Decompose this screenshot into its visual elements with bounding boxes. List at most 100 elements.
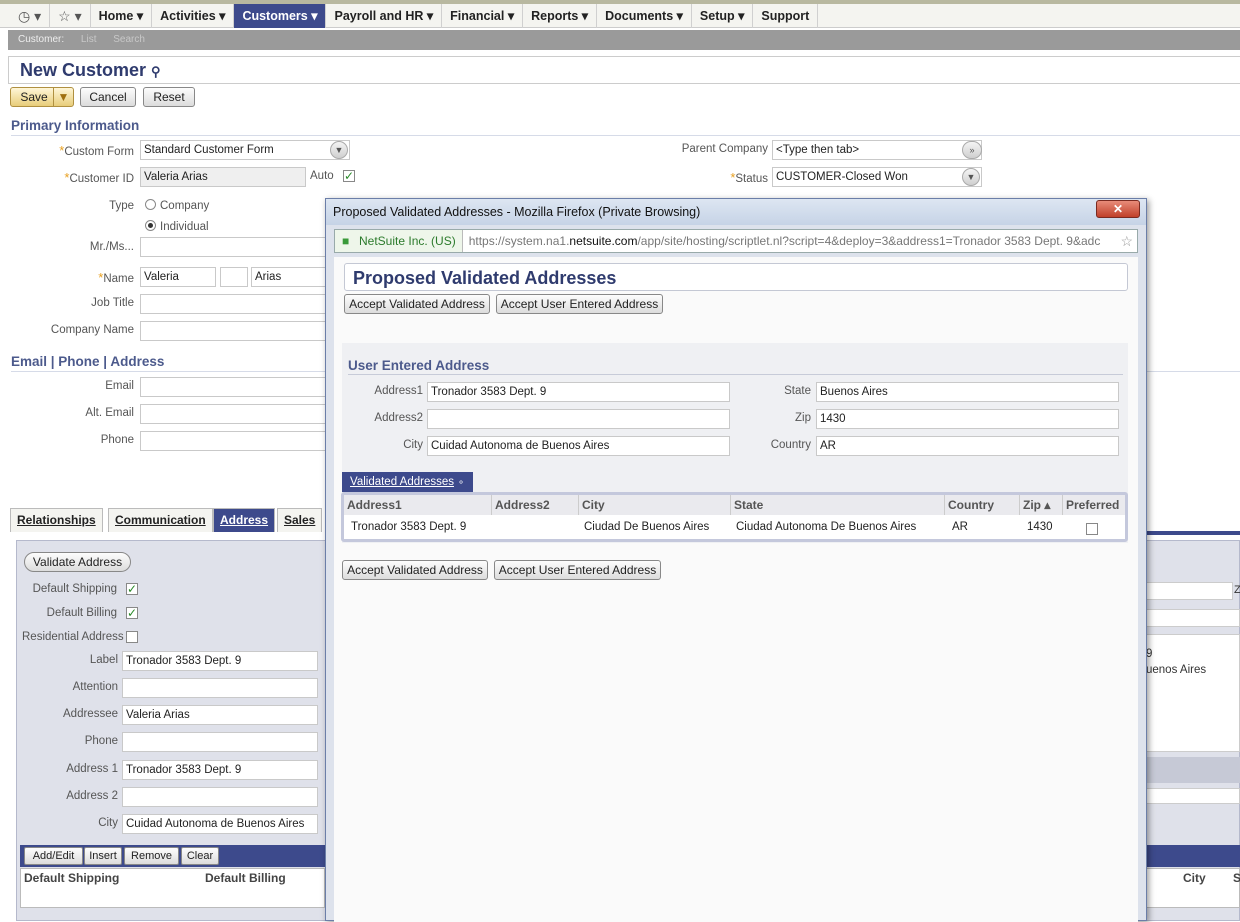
grid-header-preferred[interactable]: Preferred	[1063, 495, 1125, 515]
url-text[interactable]: https://system.na1.netsuite.com/app/site…	[463, 234, 1101, 248]
close-icon[interactable]: ✕	[1096, 200, 1140, 218]
chevron-down-icon[interactable]: ▼	[962, 168, 980, 186]
validate-address-button[interactable]: Validate Address	[24, 552, 131, 572]
middle-name-field[interactable]	[220, 267, 248, 287]
accept-validated-bottom-button[interactable]: Accept Validated Address	[342, 560, 488, 580]
nav-customers[interactable]: Customers ▾	[234, 3, 327, 28]
nav-reports[interactable]: Reports ▾	[523, 3, 598, 28]
save-menu-arrow-icon[interactable]: ▼	[53, 88, 73, 106]
subnav-search-link[interactable]: Search	[113, 34, 145, 45]
popup-city-field[interactable]: Cuidad Autonoma de Buenos Aires	[427, 436, 730, 456]
attention-label: Attention	[72, 681, 118, 693]
status-label: *Status	[730, 170, 768, 185]
nav-activities[interactable]: Activities ▾	[152, 3, 235, 28]
status-select[interactable]: CUSTOMER-Closed Won	[772, 167, 982, 187]
tab-relationships[interactable]: Relationships	[10, 508, 103, 532]
parent-company-field[interactable]: <Type then tab>	[772, 140, 982, 160]
first-name-field[interactable]: Valeria	[140, 267, 216, 287]
customer-id-field[interactable]: Valeria Arias	[140, 167, 306, 187]
validated-addresses-tab[interactable]: Validated Addresses ⚬	[342, 472, 473, 492]
grid-header-address2[interactable]: Address2	[492, 495, 579, 515]
accept-user-top-button[interactable]: Accept User Entered Address	[496, 294, 663, 314]
individual-radio[interactable]	[145, 220, 156, 231]
address-phone-field[interactable]	[122, 732, 318, 752]
residential-label: Residential Address	[22, 631, 124, 643]
phone-label: Phone	[100, 434, 134, 446]
tab-sales[interactable]: Sales	[277, 508, 323, 532]
site-identity[interactable]: ■ NetSuite Inc. (US)	[335, 230, 463, 252]
nav-home[interactable]: Home ▾	[91, 3, 153, 28]
label-field[interactable]: Tronador 3583 Dept. 9	[122, 651, 318, 671]
alt-email-field[interactable]	[140, 404, 330, 424]
popup-address1-field[interactable]: Tronador 3583 Dept. 9	[427, 382, 730, 402]
attention-field[interactable]	[122, 678, 318, 698]
right-field-1[interactable]	[1146, 582, 1233, 600]
favorites-star-icon[interactable]: ☆ ▾	[50, 3, 91, 28]
right-suffix-text: Z	[1234, 584, 1240, 596]
tab-communication[interactable]: Communication	[108, 508, 213, 532]
default-billing-checkbox[interactable]: ✓	[126, 607, 138, 619]
address1-field[interactable]: Tronador 3583 Dept. 9	[122, 760, 318, 780]
popup-city-label: City	[403, 439, 423, 451]
save-button[interactable]: Save ▼	[10, 87, 74, 107]
default-shipping-checkbox[interactable]: ✓	[126, 583, 138, 595]
grid-header-zip[interactable]: Zip ▴	[1020, 495, 1063, 515]
residential-checkbox[interactable]	[126, 631, 138, 643]
popup-state-field[interactable]: Buenos Aires	[816, 382, 1119, 402]
job-title-field[interactable]	[140, 294, 330, 314]
double-chevron-right-icon[interactable]: »	[962, 141, 982, 159]
add-edit-button[interactable]: Add/Edit	[24, 847, 83, 865]
bookmark-star-icon[interactable]: ☆	[1120, 230, 1133, 252]
alt-email-label: Alt. Email	[85, 407, 134, 419]
nav-financial[interactable]: Financial ▾	[442, 3, 524, 28]
subnav-list-link[interactable]: List	[81, 34, 97, 45]
right-field-3[interactable]	[1146, 788, 1240, 804]
accept-validated-top-button[interactable]: Accept Validated Address	[344, 294, 490, 314]
company-radio[interactable]	[145, 199, 156, 210]
preferred-checkbox[interactable]	[1086, 523, 1098, 535]
popup-country-field[interactable]: AR	[816, 436, 1119, 456]
popup-address2-field[interactable]	[427, 409, 730, 429]
grid-cell-city: Ciudad De Buenos Aires	[584, 521, 710, 533]
addressee-field[interactable]: Valeria Arias	[122, 705, 318, 725]
search-icon[interactable]: ⚲	[151, 64, 161, 79]
nav-documents[interactable]: Documents ▾	[597, 3, 692, 28]
accept-user-bottom-button[interactable]: Accept User Entered Address	[494, 560, 661, 580]
popup-address1-label: Address1	[374, 385, 423, 397]
address-bar[interactable]: ■ NetSuite Inc. (US) https://system.na1.ne…	[334, 229, 1138, 253]
recent-clock-icon[interactable]: ◷ ▾	[10, 3, 51, 28]
validated-addresses-grid: Address1 Address2 City State Country Zip…	[341, 492, 1128, 542]
grid-cell-state: Ciudad Autonoma De Buenos Aires	[736, 521, 917, 533]
section-divider	[348, 374, 1123, 375]
grid-header-city[interactable]: City	[579, 495, 731, 515]
address-phone-label: Phone	[84, 735, 118, 747]
auto-checkbox[interactable]: ✓	[343, 170, 355, 182]
grid-header-country[interactable]: Country	[945, 495, 1020, 515]
salutation-label: Mr./Ms...	[89, 241, 134, 253]
clear-button[interactable]: Clear	[181, 847, 219, 865]
last-name-field[interactable]: Arias	[251, 267, 331, 287]
insert-button[interactable]: Insert	[84, 847, 122, 865]
reset-button[interactable]: Reset	[143, 87, 195, 107]
city-field[interactable]: Cuidad Autonoma de Buenos Aires	[122, 814, 318, 834]
custom-form-select[interactable]: Standard Customer Form	[140, 140, 350, 160]
nav-payroll[interactable]: Payroll and HR ▾	[326, 3, 443, 28]
popup-zip-field[interactable]: 1430	[816, 409, 1119, 429]
address-preview-box	[1146, 634, 1240, 752]
chevron-down-icon[interactable]: ▼	[330, 141, 348, 159]
tab-address[interactable]: Address	[213, 508, 276, 532]
cancel-button[interactable]: Cancel	[80, 87, 136, 107]
right-field-2[interactable]	[1146, 609, 1240, 627]
grid-header-default-shipping: Default Shipping	[24, 871, 120, 885]
remove-button[interactable]: Remove	[124, 847, 179, 865]
company-option-label: Company	[160, 200, 210, 212]
phone-field[interactable]	[140, 431, 330, 451]
nav-support[interactable]: Support	[753, 3, 819, 28]
nav-setup[interactable]: Setup ▾	[692, 3, 754, 28]
grid-header-address1[interactable]: Address1	[344, 495, 492, 515]
address2-field[interactable]	[122, 787, 318, 807]
company-name-field[interactable]	[140, 321, 330, 341]
email-field[interactable]	[140, 377, 330, 397]
grid-header-state[interactable]: State	[731, 495, 945, 515]
salutation-field[interactable]	[140, 237, 330, 257]
